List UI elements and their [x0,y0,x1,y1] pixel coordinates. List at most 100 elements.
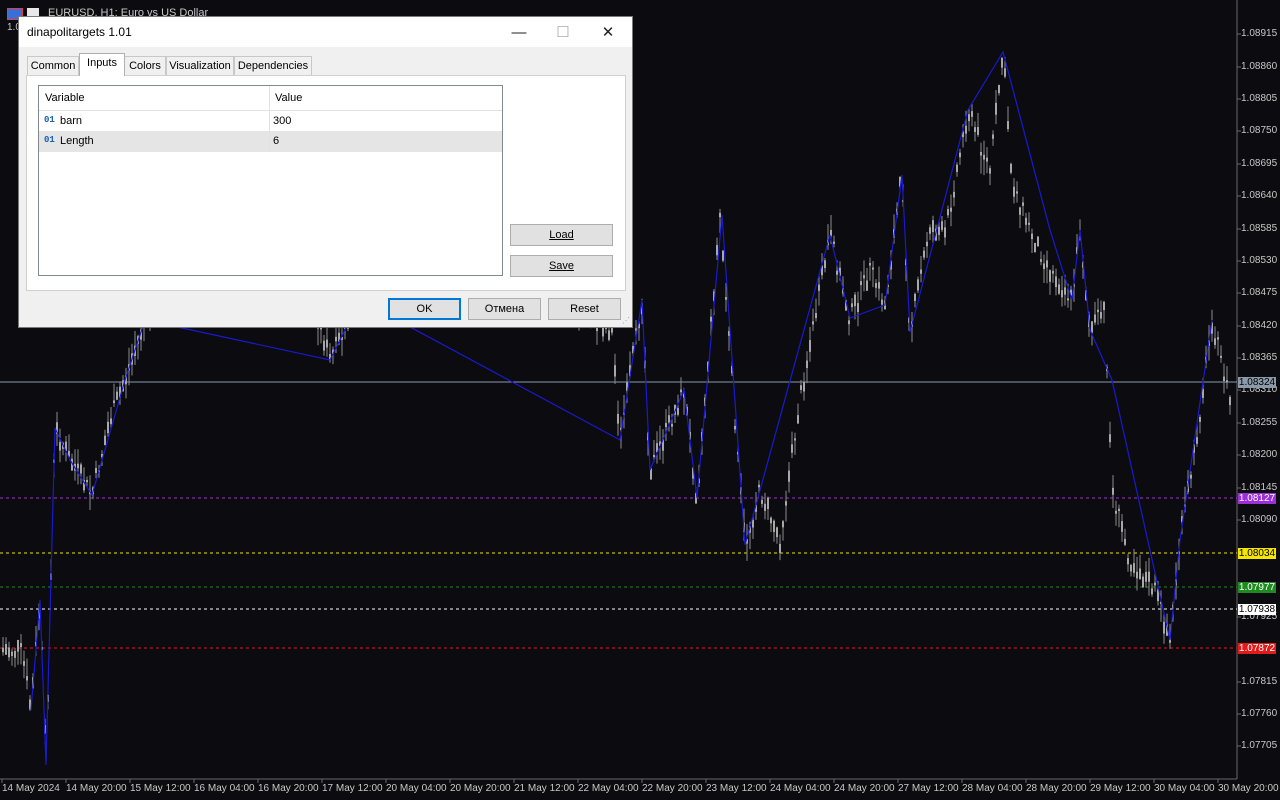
candle-body [1049,270,1051,282]
candle-body [1115,510,1117,514]
save-button[interactable]: Save [510,255,613,277]
candle-body [1142,576,1144,588]
candle-body [1043,263,1045,270]
cancel-button[interactable]: Отмена [468,298,541,320]
price-tick-label: 1.08585 [1241,223,1278,234]
minimize-icon[interactable]: — [496,17,542,47]
candle-body [1037,236,1039,247]
price-tick-label: 1.08530 [1241,255,1278,266]
tab-colors[interactable]: Colors [124,56,166,75]
variable-value[interactable]: 6 [273,135,279,147]
time-tick-label: 15 May 12:00 [130,783,191,794]
candle-body [785,501,787,506]
candle-body [836,270,838,275]
candle-body [1109,434,1111,443]
candle-body [23,661,25,666]
price-tick-label: 1.08365 [1241,352,1278,363]
tab-common[interactable]: Common [27,56,79,75]
cell-divider [269,111,270,131]
candle-body [1031,233,1033,240]
variable-value[interactable]: 300 [273,115,291,127]
candle-body [1154,582,1156,586]
candle-body [716,245,718,256]
candle-body [806,360,808,368]
tab-inputs[interactable]: Inputs [79,53,125,76]
tab-dependencies[interactable]: Dependencies [234,56,312,75]
candle-body [1124,538,1126,545]
close-icon[interactable]: ✕ [585,17,631,47]
candle-body [17,639,19,652]
candle-body [110,418,112,425]
candle-body [77,463,79,469]
tab-visualization[interactable]: Visualization [166,56,234,75]
candle-body [752,519,754,528]
candle-body [326,339,328,348]
price-tick-label: 1.08200 [1241,449,1278,460]
candle-body [1130,564,1132,572]
time-tick-label: 22 May 04:00 [578,783,639,794]
candle-body [788,470,790,482]
candle-body [677,408,679,415]
time-tick-label: 22 May 20:00 [642,783,703,794]
time-tick-label: 28 May 04:00 [962,783,1023,794]
table-row[interactable]: 01 barn 300 [39,111,502,132]
reset-button[interactable]: Reset [548,298,621,320]
candle-body [323,340,325,351]
candle-body [791,444,793,453]
candle-body [998,85,1000,94]
price-tick-label: 1.08420 [1241,320,1278,331]
load-button[interactable]: Load [510,224,613,246]
candle-body [1127,558,1129,565]
candle-body [797,415,799,424]
price-tick-label: 1.08915 [1241,28,1278,39]
candle-body [803,381,805,392]
candle-body [1028,222,1030,225]
time-tick-label: 28 May 20:00 [1026,783,1087,794]
price-tick-label: 1.08475 [1241,287,1278,298]
price-tick-label: 1.08640 [1241,190,1278,201]
candle-body [5,643,7,655]
candle-body [878,282,880,289]
candle-body [680,389,682,393]
candle-body [1046,260,1048,268]
candle-body [11,651,13,657]
candle-body [59,442,61,451]
candle-body [725,297,727,300]
price-tick-label: 1.08090 [1241,514,1278,525]
candle-body [1118,508,1120,512]
candle-body [854,294,856,307]
table-row[interactable]: 01 Length 6 [39,131,502,152]
ok-button[interactable]: OK [388,298,461,320]
dialog-titlebar[interactable]: dinapolitargets 1.01 — ☐ ✕ [19,17,632,47]
column-header-variable[interactable]: Variable [45,92,85,104]
candle-body [602,326,604,337]
candle-body [869,262,871,266]
candle-body [1004,68,1006,77]
candle-body [1226,380,1228,383]
inputs-table: Variable Value 01 barn 300 01 Length 6 [38,85,503,276]
candle-body [1136,571,1138,579]
candle-body [926,241,928,247]
candle-body [1064,287,1066,295]
price-tick-label: 1.07815 [1241,676,1278,687]
candle-body [95,468,97,473]
resize-grip-icon[interactable]: ⋰ [622,317,630,325]
candle-body [26,676,28,681]
column-divider[interactable] [269,86,270,110]
target-level-tag: 1.07938 [1238,604,1276,615]
candle-body [1196,437,1198,444]
candle-body [860,281,862,286]
price-tick-label: 1.08805 [1241,93,1278,104]
candle-body [1025,217,1027,225]
price-tick-label: 1.08860 [1241,61,1278,72]
column-header-value[interactable]: Value [275,92,302,104]
candle-body [977,127,979,135]
candle-body [1061,290,1063,298]
candle-body [779,543,781,554]
candle-body [938,226,940,235]
variable-name: barn [60,115,83,127]
candle-body [86,479,88,483]
candle-body [989,168,991,174]
candle-body [947,209,949,216]
time-tick-label: 24 May 20:00 [834,783,895,794]
